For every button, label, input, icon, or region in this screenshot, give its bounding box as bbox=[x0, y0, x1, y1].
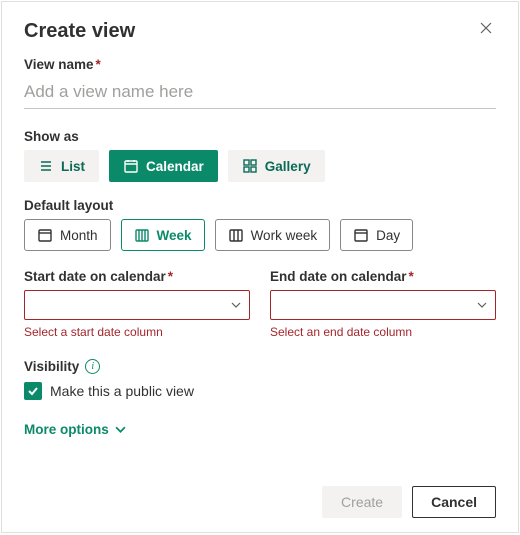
layout-workweek[interactable]: Work week bbox=[215, 219, 331, 251]
more-options-toggle[interactable]: More options bbox=[24, 422, 496, 437]
show-as-gallery[interactable]: Gallery bbox=[228, 150, 325, 182]
month-icon bbox=[37, 227, 53, 243]
layout-option-label: Work week bbox=[251, 228, 318, 243]
default-layout-options: Month Week Work week Day bbox=[24, 219, 496, 251]
layout-option-label: Month bbox=[60, 228, 98, 243]
view-name-input[interactable] bbox=[24, 78, 496, 109]
calendar-icon bbox=[123, 158, 139, 174]
show-as-option-label: Gallery bbox=[265, 159, 311, 174]
view-name-label: View name* bbox=[24, 57, 496, 72]
dialog-title: Create view bbox=[24, 20, 135, 43]
show-as-options: List Calendar Gallery bbox=[24, 150, 496, 182]
show-as-option-label: Calendar bbox=[146, 159, 204, 174]
chevron-down-icon bbox=[115, 424, 126, 435]
end-date-dropdown[interactable] bbox=[270, 290, 496, 320]
layout-week[interactable]: Week bbox=[121, 219, 205, 251]
visibility-label: Visibility bbox=[24, 359, 79, 374]
layout-option-label: Day bbox=[376, 228, 400, 243]
default-layout-label: Default layout bbox=[24, 198, 496, 213]
show-as-list[interactable]: List bbox=[24, 150, 99, 182]
start-date-field: Start date on calendar* Select a start d… bbox=[24, 269, 250, 339]
close-button[interactable] bbox=[476, 18, 496, 42]
show-as-section: Show as List Calendar Gallery bbox=[24, 129, 496, 182]
dialog-footer: Create Cancel bbox=[322, 486, 496, 518]
layout-month[interactable]: Month bbox=[24, 219, 111, 251]
public-view-row: Make this a public view bbox=[24, 382, 496, 400]
layout-day[interactable]: Day bbox=[340, 219, 413, 251]
cancel-button[interactable]: Cancel bbox=[412, 486, 496, 518]
start-date-dropdown[interactable] bbox=[24, 290, 250, 320]
public-view-label: Make this a public view bbox=[50, 383, 194, 399]
chevron-down-icon bbox=[477, 300, 487, 310]
list-icon bbox=[38, 158, 54, 174]
end-date-label: End date on calendar* bbox=[270, 269, 496, 284]
start-date-label: Start date on calendar* bbox=[24, 269, 250, 284]
info-icon[interactable]: i bbox=[85, 359, 100, 374]
more-options-label: More options bbox=[24, 422, 109, 437]
visibility-label-row: Visibility i bbox=[24, 359, 496, 374]
day-icon bbox=[353, 227, 369, 243]
start-date-error: Select a start date column bbox=[24, 325, 250, 339]
default-layout-section: Default layout Month Week Work week Day bbox=[24, 198, 496, 251]
view-name-field: View name* bbox=[24, 57, 496, 109]
public-view-checkbox[interactable] bbox=[24, 382, 42, 400]
week-icon bbox=[134, 227, 150, 243]
end-date-error: Select an end date column bbox=[270, 325, 496, 339]
chevron-down-icon bbox=[231, 300, 241, 310]
visibility-section: Visibility i Make this a public view bbox=[24, 359, 496, 400]
end-date-field: End date on calendar* Select an end date… bbox=[270, 269, 496, 339]
create-button[interactable]: Create bbox=[322, 486, 402, 518]
close-icon bbox=[478, 20, 494, 36]
layout-option-label: Week bbox=[157, 228, 192, 243]
show-as-calendar[interactable]: Calendar bbox=[109, 150, 218, 182]
show-as-label: Show as bbox=[24, 129, 496, 144]
dialog-header: Create view bbox=[24, 18, 496, 57]
check-icon bbox=[27, 385, 39, 397]
date-columns: Start date on calendar* Select a start d… bbox=[24, 269, 496, 339]
workweek-icon bbox=[228, 227, 244, 243]
show-as-option-label: List bbox=[61, 159, 85, 174]
gallery-icon bbox=[242, 158, 258, 174]
create-view-dialog: Create view View name* Show as List Cale… bbox=[1, 1, 519, 533]
